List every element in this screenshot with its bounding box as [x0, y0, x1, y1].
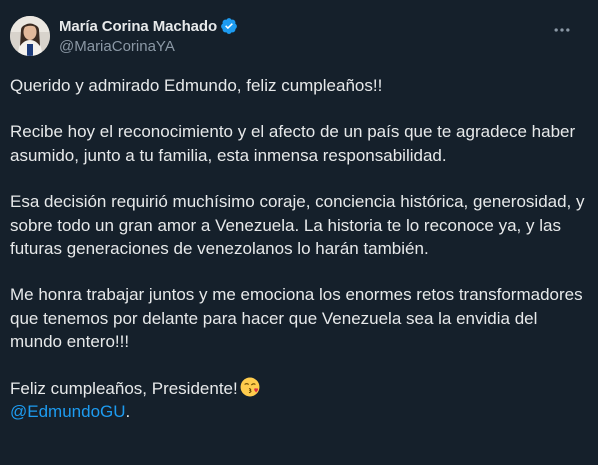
avatar[interactable] — [10, 16, 50, 56]
tweet-paragraph: Querido y admirado Edmundo, feliz cumple… — [10, 76, 383, 95]
mention-link[interactable]: @EdmundoGU — [10, 402, 126, 421]
tweet-header: María Corina Machado @MariaCorinaYA — [10, 12, 582, 60]
tweet-closing-paragraph: Feliz cumpleaños, Presidente! @EdmundoGU… — [10, 377, 586, 424]
display-name[interactable]: María Corina Machado — [59, 18, 217, 35]
author-names: María Corina Machado @MariaCorinaYA — [59, 16, 238, 57]
more-options-icon[interactable] — [550, 18, 574, 42]
tweet-paragraph: Esa decisión requirió muchísimo coraje, … — [10, 192, 590, 259]
closing-text: Feliz cumpleaños, Presidente! — [10, 378, 238, 398]
handle[interactable]: @MariaCorinaYA — [59, 37, 238, 57]
tweet-paragraph: Recibe hoy el reconocimiento y el afecto… — [10, 122, 580, 165]
verified-badge-icon[interactable] — [220, 17, 238, 35]
tweet-text: Querido y admirado Edmundo, feliz cumple… — [10, 74, 586, 423]
tweet-card: María Corina Machado @MariaCorinaYA Quer… — [0, 0, 598, 465]
mention-suffix: . — [125, 402, 131, 422]
tweet-paragraph: Me honra trabajar juntos y me emociona l… — [10, 285, 588, 352]
avatar-image — [10, 16, 50, 56]
display-name-row: María Corina Machado — [59, 16, 238, 36]
face-blowing-kiss-emoji — [240, 377, 260, 397]
